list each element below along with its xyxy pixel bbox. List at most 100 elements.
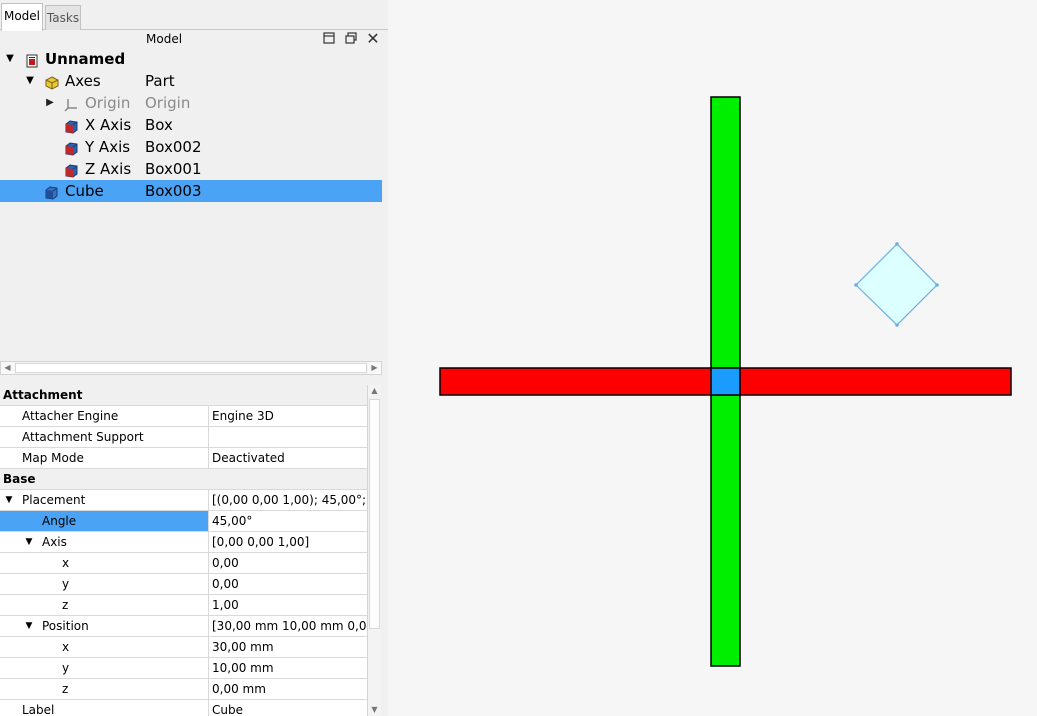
group-label: Base [3,472,36,486]
property-value[interactable]: 0,00 [208,553,367,573]
dock-close-icon[interactable]: ✕ [365,31,381,47]
tree-item-y-axis[interactable]: Y Axis Box002 [0,136,382,158]
tab-model[interactable]: Model [1,3,43,31]
property-placement[interactable]: ▼ Placement [(0,00 0,00 1,00); 45,00°; (… [0,490,367,511]
cube-vertex [895,242,899,246]
property-name: z [62,682,69,696]
scrollbar-thumb[interactable] [369,399,380,629]
property-value[interactable] [208,427,367,447]
part-icon [45,74,59,90]
property-value[interactable]: 0,00 [208,574,367,594]
tree-header: Model ✕ [0,30,388,48]
property-value[interactable]: [0,00 0,00 1,00] [208,532,367,552]
property-value[interactable]: [(0,00 0,00 1,00); 45,00°; (30... [208,490,367,510]
cube-vertex [895,323,899,327]
cube-vertex [854,283,858,287]
tree-item-label: Z Axis [85,160,132,178]
property-value[interactable]: Cube [208,700,367,716]
property-value[interactable]: 10,00 mm [208,658,367,678]
scroll-down-icon[interactable]: ▼ [368,704,381,716]
tree-item-description: Part [145,72,175,90]
box-icon [64,118,78,134]
property-vertical-scrollbar[interactable]: ▲ ▼ [367,385,381,716]
box-icon [64,162,78,178]
tree-column-title: Model [146,32,183,46]
tree-item-description: Box002 [145,138,202,156]
z-axis-box[interactable] [710,367,741,396]
property-value[interactable]: 0,00 mm [208,679,367,699]
tree-item-x-axis[interactable]: X Axis Box [0,114,382,136]
property-name: Label [22,703,55,716]
collapse-arrow-icon[interactable]: ▼ [23,616,35,636]
property-name: y [62,577,70,591]
property-value[interactable]: [30,00 mm 10,00 mm 0,00 ... [208,616,367,636]
property-value[interactable]: 30,00 mm [208,637,367,657]
tree-item-description: Box003 [145,182,202,200]
property-map-mode[interactable]: Map Mode Deactivated [0,448,367,469]
property-value[interactable]: Deactivated [208,448,367,468]
tree-item-description: Box [145,116,173,134]
scroll-up-icon[interactable]: ▲ [368,385,381,397]
scroll-right-icon[interactable]: ▶ [368,362,381,374]
property-value[interactable]: Engine 3D [208,406,367,426]
collapse-arrow-icon[interactable]: ▼ [4,48,16,70]
property-position-x[interactable]: x 30,00 mm [0,637,367,658]
group-label: Attachment [3,388,83,402]
document-icon [25,52,39,68]
property-value[interactable]: 1,00 [208,595,367,615]
box-icon [64,140,78,156]
combo-view: Model Tasks Model ✕ ▼ Unnamed ▼ Axes Par… [0,0,388,716]
tree-item-label: Cube [65,182,104,200]
property-name: Attacher Engine [22,409,119,423]
tree-item-axes[interactable]: ▼ Axes Part [0,70,382,92]
collapse-arrow-icon[interactable]: ▼ [3,490,15,510]
property-value[interactable]: 45,00° [208,511,367,531]
tab-tasks[interactable]: Tasks [45,5,81,30]
tree-item-label: Origin [85,94,131,112]
property-name: Attachment Support [22,430,144,444]
property-name: Position [42,619,89,633]
tree-item-origin[interactable]: ▶ Origin Origin [0,92,382,114]
property-name: z [62,598,69,612]
property-group-base[interactable]: Base [0,469,367,490]
tree-item-unnamed[interactable]: ▼ Unnamed [0,48,382,70]
3d-scene[interactable] [388,0,1037,716]
box-icon [44,184,58,200]
property-attachment-support[interactable]: Attachment Support [0,427,367,448]
tree-item-description: Box001 [145,160,202,178]
dock-float-icon[interactable] [343,31,359,47]
property-name: y [62,661,70,675]
scrollbar-thumb[interactable] [15,363,367,373]
property-axis-z[interactable]: z 1,00 [0,595,367,616]
tree-horizontal-scrollbar[interactable]: ◀ ▶ [0,361,382,375]
property-angle[interactable]: Angle 45,00° [0,511,367,532]
property-name: Placement [22,493,86,507]
tree-item-description: Origin [145,94,191,112]
selected-cell-highlight [0,511,208,531]
cube-shape[interactable] [855,243,938,326]
collapse-arrow-icon[interactable]: ▼ [24,70,36,92]
cube-vertex [935,283,939,287]
dock-minimize-icon[interactable] [321,31,337,47]
property-axis-y[interactable]: y 0,00 [0,574,367,595]
property-group-attachment[interactable]: Attachment [0,385,367,406]
expand-arrow-icon[interactable]: ▶ [44,92,56,114]
property-name: Axis [42,535,67,549]
property-name: x [62,556,70,570]
property-name: Map Mode [22,451,84,465]
scroll-left-icon[interactable]: ◀ [1,362,14,374]
tree-item-label: Y Axis [85,138,131,156]
collapse-arrow-icon[interactable]: ▼ [23,532,35,552]
tree-item-cube[interactable]: Cube Box003 [0,180,382,202]
property-label[interactable]: Label Cube [0,700,367,716]
property-name: x [62,640,70,654]
tree-item-z-axis[interactable]: Z Axis Box001 [0,158,382,180]
freecad-window: Model Tasks Model ✕ ▼ Unnamed ▼ Axes Par… [0,0,1037,716]
property-axis[interactable]: ▼ Axis [0,00 0,00 1,00] [0,532,367,553]
property-position-y[interactable]: y 10,00 mm [0,658,367,679]
property-attacher-engine[interactable]: Attacher Engine Engine 3D [0,406,367,427]
property-axis-x[interactable]: x 0,00 [0,553,367,574]
3d-view[interactable] [388,0,1037,716]
property-position-z[interactable]: z 0,00 mm [0,679,367,700]
property-position[interactable]: ▼ Position [30,00 mm 10,00 mm 0,00 ... [0,616,367,637]
